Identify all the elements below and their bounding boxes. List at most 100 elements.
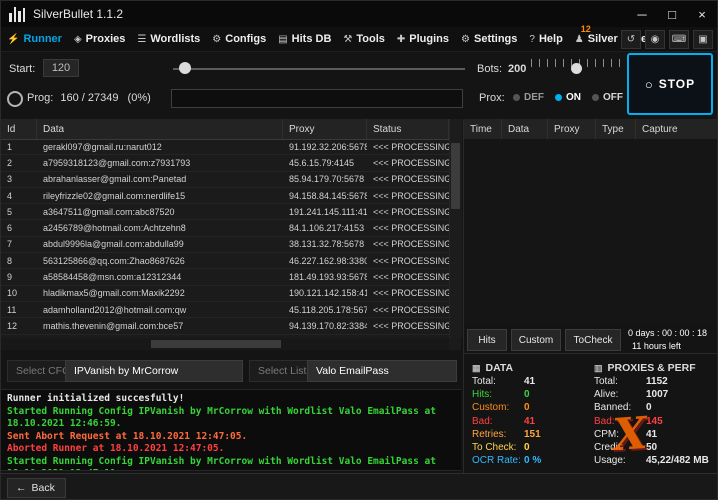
cell-id: 9 [7, 272, 13, 283]
elapsed-time: 0 days : 00 : 00 : 18 [628, 328, 708, 338]
table-row[interactable]: 2 a7959318123@gmail.com:z7931793 45.6.15… [1, 155, 449, 172]
progress-radio[interactable] [7, 91, 23, 107]
stat-label: CPM: [594, 428, 619, 440]
table-row[interactable]: 4 rileyfrizzle02@gmail.com:nerdlife15 94… [1, 188, 449, 205]
results-table-header: Id Data Proxy Status [1, 119, 461, 140]
hits-tab-button[interactable]: Hits [467, 329, 507, 351]
close-button[interactable]: × [687, 1, 717, 27]
start-slider-track[interactable] [173, 68, 465, 70]
bots-slider-thumb[interactable] [571, 63, 582, 74]
start-slider-thumb[interactable] [179, 62, 191, 74]
prox-option-off[interactable]: OFF [592, 92, 623, 103]
main-menu: ⚡ Runner ◈ Proxies ☰ Wordlists ⚙ Configs… [1, 24, 717, 52]
log-output[interactable]: Runner initialized succesfully! Started … [1, 389, 461, 471]
column-header-proxy[interactable]: Proxy [283, 119, 367, 139]
cell-proxy: 181.49.193.93:5678 [289, 272, 367, 283]
camera-icon[interactable]: ◉ [645, 30, 665, 49]
table-row[interactable]: 10 hladikmax5@gmail.com:Maxik2292 190.12… [1, 286, 449, 302]
stat-value: 1007 [646, 389, 669, 401]
table-row[interactable]: 11 adamholland2012@hotmail.com:qw 45.118… [1, 302, 449, 319]
stat-label: Total: [472, 376, 496, 387]
cell-data: a58584458@msn.com:a12312344 [43, 272, 182, 283]
back-button[interactable]: ← Back [7, 478, 66, 498]
start-input[interactable] [43, 59, 79, 77]
tab-wordlists[interactable]: ☰ Wordlists [131, 27, 206, 51]
select-list-button[interactable]: Select List [249, 360, 316, 382]
radio-dot-icon [513, 94, 520, 101]
table-row[interactable]: 12 mathis.thevenin@gmail.com:bce57 94.13… [1, 318, 449, 335]
tab-runner[interactable]: ⚡ Runner [1, 27, 68, 51]
tab-plugins[interactable]: ✚ Plugins [391, 27, 455, 51]
cell-data: adamholland2012@hotmail.com:qw [43, 304, 187, 315]
horizontal-scrollbar[interactable] [1, 338, 449, 350]
tocheck-tab-button[interactable]: ToCheck [565, 329, 621, 351]
cell-id: 8 [7, 255, 13, 266]
prox-option-on[interactable]: ON [555, 92, 581, 103]
column-header-data[interactable]: Data [502, 119, 548, 139]
vertical-scrollbar-thumb[interactable] [451, 143, 460, 209]
cell-proxy: 191.241.145.111:4153 [289, 206, 367, 217]
table-row[interactable]: 3 abrahanlasser@gmail.com:Panetad 85.94.… [1, 172, 449, 188]
tab-settings[interactable]: ⚙ Settings [455, 27, 523, 51]
cell-proxy: 45.118.205.178:5678 [289, 304, 367, 315]
wordlists-icon: ☰ [137, 33, 147, 45]
app-logo-icon [9, 6, 25, 22]
back-arrow-icon: ← [16, 482, 27, 494]
database-icon: ▤ [278, 33, 288, 45]
minimize-button[interactable]: ─ [627, 1, 657, 27]
table-row[interactable]: 9 a58584458@msn.com:a12312344 181.49.193… [1, 269, 449, 286]
tab-configs[interactable]: ⚙ Configs [206, 27, 272, 51]
table-row[interactable]: 5 a3647511@gmail.com:abc87520 191.241.14… [1, 204, 449, 221]
history-icon[interactable]: ↺ [621, 30, 641, 49]
cell-status: <<< PROCESSING BLOCK [373, 190, 449, 201]
tab-tools[interactable]: ⚒ Tools [337, 27, 390, 51]
column-header-type[interactable]: Type [596, 119, 636, 139]
stat-line: Custom: 0 [472, 401, 590, 414]
tab-help[interactable]: ? Help [523, 27, 568, 51]
wordlist-value[interactable]: Valo EmailPass [307, 360, 457, 382]
column-header-status[interactable]: Status [367, 119, 449, 139]
panel-icon[interactable]: ▣ [693, 30, 713, 49]
stat-label: Banned: [594, 402, 632, 414]
stat-value: 1152 [646, 376, 668, 387]
column-header-data[interactable]: Data [37, 119, 283, 139]
column-header-id[interactable]: Id [1, 119, 37, 139]
help-icon: ? [529, 33, 535, 45]
stat-line: Banned: 0 [594, 401, 717, 414]
table-row[interactable]: 8 563125866@qq.com:Zhao8687626 46.227.16… [1, 253, 449, 270]
prox-option-def[interactable]: DEF [513, 92, 544, 103]
cell-data: hladikmax5@gmail.com:Maxik2292 [43, 288, 185, 299]
cell-id: 11 [7, 304, 17, 315]
cell-data: mathis.thevenin@gmail.com:bce57 [43, 320, 184, 331]
stat-value: 151 [524, 428, 541, 440]
column-header-capture[interactable]: Capture [636, 119, 717, 139]
horizontal-scrollbar-thumb[interactable] [151, 340, 281, 348]
cell-status: <<< PROCESSING BLOCK [373, 272, 449, 283]
table-row[interactable]: 7 abdul9996la@gmail.com:abdulla99 38.131… [1, 237, 449, 254]
cell-id: 4 [7, 190, 13, 201]
config-value[interactable]: IPVanish by MrCorrow [65, 360, 243, 382]
vertical-scrollbar[interactable] [449, 119, 462, 338]
cell-proxy: 45.6.15.79:4145 [289, 157, 355, 168]
log-line: Aborted Runner at 18.10.2021 12:47:05. [7, 443, 225, 454]
stat-value: 41 [646, 428, 658, 440]
table-row[interactable]: 1 gerakl097@gmail.ru:narut012 91.192.32.… [1, 139, 449, 156]
gamepad-icon[interactable]: ⌨ [669, 30, 689, 49]
cell-id: 12 [7, 320, 18, 331]
cell-data: rileyfrizzle02@gmail.com:nerdlife15 [43, 190, 186, 201]
progress-label: Prog: 160 / 27349 (0%) [27, 92, 151, 104]
cell-status: <<< PROCESSING BLOCK [373, 206, 449, 217]
column-header-proxy[interactable]: Proxy [548, 119, 596, 139]
custom-tab-button[interactable]: Custom [511, 329, 561, 351]
table-row[interactable]: 6 a2456789@hotmail.com:Achtzehn8 84.1.10… [1, 220, 449, 237]
prox-options: DEF ON OFF [513, 92, 623, 103]
tab-proxies[interactable]: ◈ Proxies [68, 27, 131, 51]
bots-slider[interactable] [531, 59, 623, 77]
column-header-time[interactable]: Time [464, 119, 502, 139]
stop-button[interactable]: ○ STOP [627, 53, 713, 115]
cell-status: <<< PROCESSING BLOCK [373, 157, 449, 168]
cell-proxy: 85.94.179.70:5678 [289, 174, 365, 185]
proxies-stats-icon: ▥ [594, 362, 603, 373]
maximize-button[interactable]: □ [657, 1, 687, 27]
tab-hits-db[interactable]: ▤ Hits DB [272, 27, 337, 51]
